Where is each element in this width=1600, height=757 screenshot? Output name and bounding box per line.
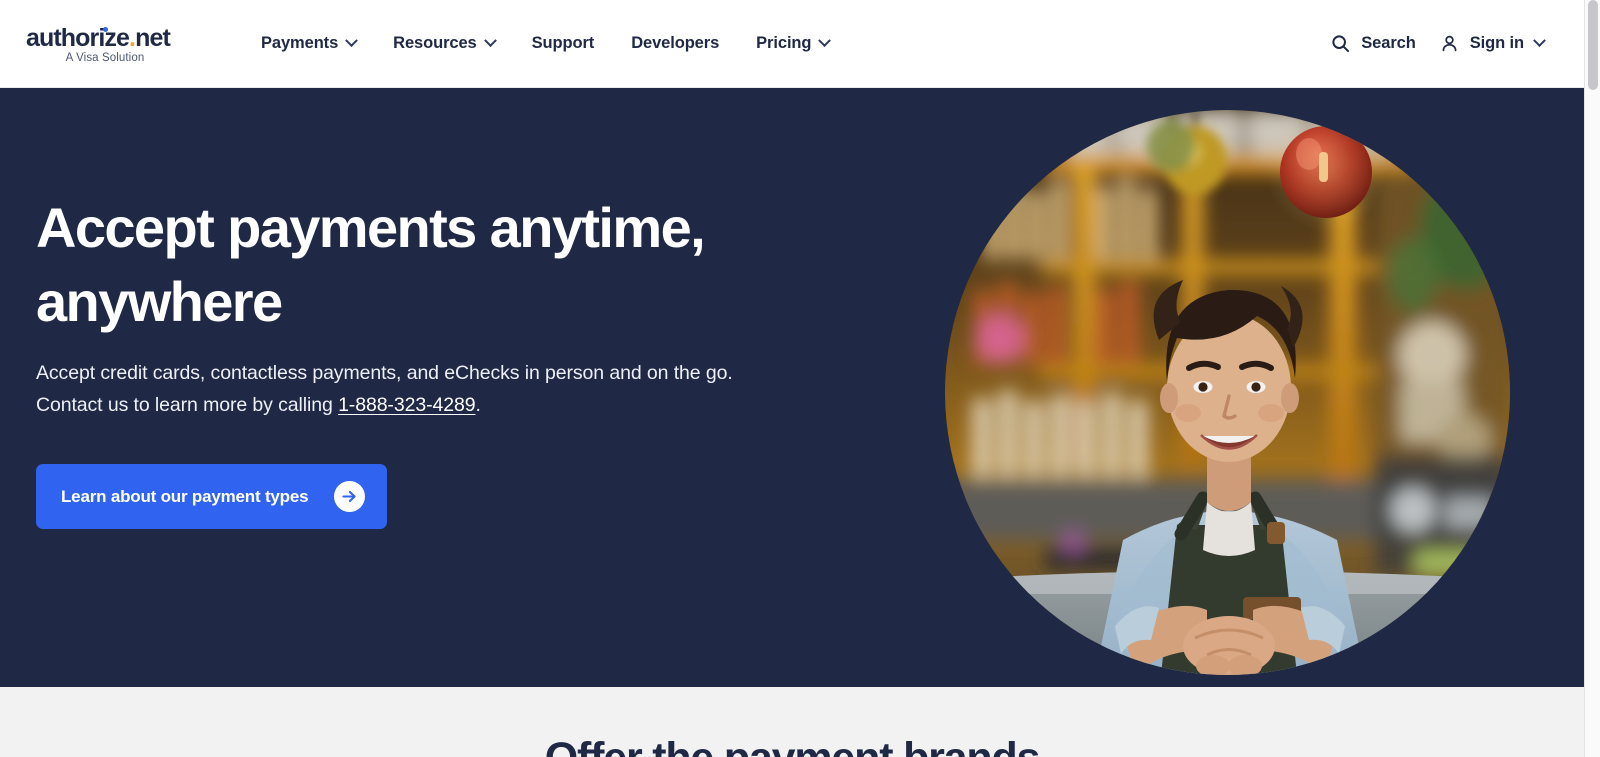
logo-i-dot-icon	[103, 26, 108, 32]
scrollbar-thumb[interactable]	[1588, 0, 1598, 90]
nav-item-resources[interactable]: Resources	[376, 24, 511, 63]
hero-description-period: .	[475, 393, 481, 416]
hero-inner: Accept payments anytime, anywhere Accept…	[0, 88, 1584, 687]
search-icon	[1332, 35, 1350, 53]
search-button[interactable]: Search	[1331, 34, 1416, 53]
cta-label: Learn about our payment types	[61, 486, 309, 506]
hero-copy: Accept payments anytime, anywhere Accept…	[36, 191, 826, 530]
nav-item-support[interactable]: Support	[515, 24, 612, 63]
logo-wordmark: authorize.net	[26, 25, 186, 51]
sign-in-button[interactable]: Sign in	[1440, 34, 1546, 53]
page-content: authorize.net A Visa Solution Payments R…	[0, 0, 1584, 757]
sign-in-label: Sign in	[1469, 34, 1524, 52]
next-section: Offer the payment brands	[0, 687, 1584, 757]
nav-item-developers[interactable]: Developers	[614, 24, 736, 63]
chevron-down-icon	[1533, 34, 1546, 48]
browser-viewport: authorize.net A Visa Solution Payments R…	[0, 0, 1600, 757]
user-icon	[1442, 35, 1457, 52]
hero-section: Accept payments anytime, anywhere Accept…	[0, 88, 1584, 687]
nav-item-label: Payments	[261, 34, 339, 52]
arrow-right-icon	[334, 481, 366, 513]
page-scrollbar[interactable]	[1584, 0, 1600, 757]
chevron-down-icon	[345, 34, 359, 48]
nav-item-payments[interactable]: Payments	[244, 24, 373, 63]
main-navigation: Payments Resources Support Developers Pr…	[244, 24, 846, 63]
nav-item-label: Support	[531, 34, 595, 52]
logo-text-net: net	[135, 23, 171, 52]
site-logo[interactable]: authorize.net A Visa Solution	[26, 23, 186, 64]
logo-tagline: A Visa Solution	[65, 52, 145, 65]
hero-title: Accept payments anytime, anywhere	[36, 196, 706, 334]
hero-image-circle	[945, 110, 1510, 675]
hero-photo	[945, 110, 1510, 675]
nav-item-label: Developers	[631, 34, 720, 52]
logo-text-ze: ze	[104, 23, 130, 52]
logo-text-authorize: author	[26, 23, 99, 52]
search-label: Search	[1361, 34, 1416, 52]
chevron-down-icon	[818, 34, 832, 48]
chevron-down-icon	[483, 34, 497, 48]
learn-about-payment-types-button[interactable]: Learn about our payment types	[36, 464, 388, 530]
nav-item-label: Resources	[393, 34, 477, 52]
next-section-title: Offer the payment brands	[0, 733, 1584, 757]
nav-item-pricing[interactable]: Pricing	[739, 24, 846, 63]
nav-item-label: Pricing	[756, 34, 812, 52]
site-header: authorize.net A Visa Solution Payments R…	[0, 0, 1584, 88]
hero-description: Accept credit cards, contactless payment…	[36, 358, 781, 421]
header-actions: Search Sign in	[1331, 34, 1558, 53]
hero-phone-link[interactable]: 1-888-323-4289	[338, 394, 475, 416]
